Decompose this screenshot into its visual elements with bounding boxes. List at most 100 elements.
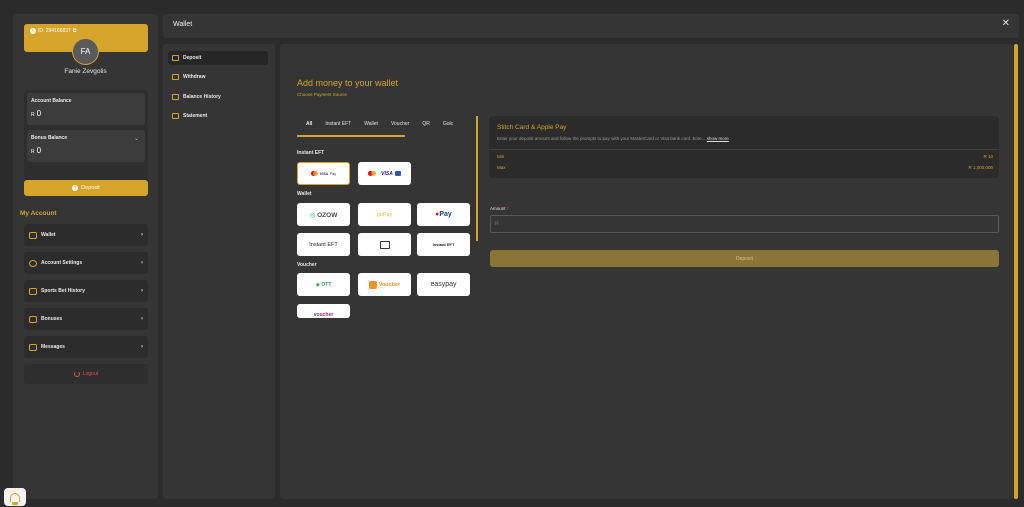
blu-voucher-logo: voucher — [313, 312, 334, 318]
1voucher-logo: Voucher — [378, 281, 401, 288]
tab-all[interactable]: All — [306, 118, 312, 134]
logout-button[interactable]: Logout — [24, 364, 148, 384]
plus-icon: + — [72, 185, 79, 191]
tab-qr[interactable]: QR — [422, 118, 430, 134]
provider-description: Enter your deposit amount and follow the… — [497, 136, 729, 141]
user-id[interactable]: i ID: 294166837 ⧉ — [30, 28, 76, 34]
deposit-content: Add money to your wallet Choose Payment … — [280, 44, 1013, 499]
bonus-balance-label: Bonus Balance — [31, 135, 68, 141]
account-item-sports-bet-history[interactable]: Sports Bet History › — [24, 280, 148, 302]
account-sidebar: i ID: 294166837 ⧉ FA Fanie Zevgolis Acco… — [13, 14, 158, 499]
show-more-link[interactable]: show more — [707, 136, 729, 141]
logout-label: Logout — [82, 371, 99, 377]
deposit-sidebar-label: Deposit — [81, 185, 100, 191]
account-item-wallet[interactable]: Wallet › — [24, 224, 148, 246]
provider-blu-voucher[interactable]: voucher — [297, 304, 350, 318]
divider — [489, 149, 999, 150]
chevron-right-icon: › — [141, 260, 143, 266]
tab-wallet[interactable]: Wallet — [364, 118, 378, 134]
ozow-logo: ◎ OZOW — [309, 211, 338, 219]
bonus-balance-box[interactable]: Bonus Balance ⌄ R0 — [27, 130, 145, 162]
tab-voucher[interactable]: Voucher — [391, 118, 409, 134]
nav-item-statement[interactable]: Statement — [168, 109, 268, 123]
chevron-right-icon: › — [141, 232, 143, 238]
provider-title: Stitch Card & Apple Pay — [497, 124, 567, 131]
nav-item-label: Statement — [183, 113, 208, 119]
account-balance-box: Account Balance R0 — [27, 93, 145, 125]
account-item-label: Account Settings — [41, 260, 83, 266]
provider-gopay[interactable]: goPay — [358, 203, 411, 226]
deposit-icon — [172, 55, 179, 61]
chevron-down-icon[interactable]: ⌄ — [134, 135, 139, 142]
visa-text: VISA — [319, 171, 329, 176]
provider-stitch[interactable]: VISA Pay — [297, 162, 350, 185]
nav-item-label: Balance History — [183, 94, 221, 100]
max-label: Max — [497, 165, 506, 170]
bank-icon — [379, 240, 390, 249]
nav-item-deposit[interactable]: Deposit — [168, 51, 268, 65]
account-item-label: Wallet — [41, 232, 56, 238]
chevron-right-icon: › — [141, 288, 143, 294]
nav-item-withdraw[interactable]: Withdraw — [168, 70, 268, 84]
nav-item-label: Deposit — [183, 55, 202, 61]
avatar: FA — [72, 38, 99, 65]
account-balance-label: Account Balance — [31, 98, 72, 104]
balances-panel: Account Balance R0 Bonus Balance ⌄ R0 — [24, 90, 148, 188]
provider-easypay[interactable]: easypay — [417, 273, 470, 296]
amount-input[interactable] — [490, 215, 999, 233]
payment-tabs: All Instant EFT Wallet Voucher QR Golc — [297, 118, 466, 134]
provider-instant-eft-3[interactable]: Instant EFT — [417, 233, 470, 256]
support-button[interactable] — [4, 488, 26, 506]
provider-visa-mastercard[interactable]: VISA — [358, 162, 411, 185]
scroll-divider[interactable] — [476, 116, 478, 241]
copy-icon[interactable]: ⧉ — [73, 28, 77, 34]
my-account-title: My Account — [20, 210, 57, 217]
account-item-messages[interactable]: Messages › — [24, 336, 148, 358]
account-item-label: Sports Bet History — [41, 288, 85, 294]
deposit-button[interactable]: Deposit — [490, 250, 999, 267]
gopay-logo: goPay — [376, 211, 393, 218]
card-icon — [394, 171, 401, 176]
user-id-label: ID: 294166837 — [38, 28, 71, 34]
wallet-modal-header: Wallet ✕ — [163, 14, 1019, 38]
page-subtitle: Choose Payment Source — [297, 92, 348, 97]
1voucher-icon — [368, 280, 377, 289]
provider-instant-eft-2[interactable] — [358, 233, 411, 256]
headset-icon — [10, 492, 20, 505]
wallet-icon — [29, 231, 37, 239]
provider-ozow[interactable]: ◎ OZOW — [297, 203, 350, 226]
user-name: Fanie Zevgolis — [64, 68, 107, 75]
nav-item-balance-history[interactable]: Balance History — [168, 90, 268, 104]
account-item-bonuses[interactable]: Bonuses › — [24, 308, 148, 330]
provider-details-card: Stitch Card & Apple Pay Enter your depos… — [489, 116, 999, 178]
provider-apay[interactable]: ●Pay — [417, 203, 470, 226]
nav-item-label: Withdraw — [183, 74, 206, 80]
provider-instant-eft-1[interactable]: Instant EFT — [297, 233, 350, 256]
apple-pay-text: Pay — [330, 171, 337, 176]
balance-history-icon — [172, 94, 179, 100]
deposit-sidebar-button[interactable]: + Deposit — [24, 180, 148, 196]
section-wallet: Wallet — [297, 191, 312, 197]
min-value: R 10 — [983, 154, 993, 159]
max-value: R 1,000,000 — [968, 165, 993, 170]
provider-1voucher[interactable]: Voucher — [358, 273, 411, 296]
tab-instant-eft[interactable]: Instant EFT — [325, 118, 351, 134]
instant-eft-logo: Instant EFT — [432, 242, 455, 247]
instant-eft-logo: Instant EFT — [309, 241, 338, 248]
withdraw-icon — [172, 74, 179, 80]
scrollbar[interactable] — [1014, 44, 1018, 499]
section-instant-eft: Instant EFT — [297, 150, 325, 156]
mastercard-icon — [368, 171, 377, 176]
account-item-settings[interactable]: Account Settings › — [24, 252, 148, 274]
message-icon — [29, 343, 37, 351]
wallet-nav: Deposit Withdraw Balance History Stateme… — [163, 44, 275, 499]
close-icon[interactable]: ✕ — [1002, 19, 1010, 29]
account-item-label: Bonuses — [41, 316, 63, 322]
tab-underline — [297, 135, 405, 137]
section-voucher: Voucher — [297, 262, 317, 268]
info-icon: i — [30, 28, 36, 34]
provider-ott-voucher[interactable]: ◉ OTT — [297, 273, 350, 296]
visa-text: VISA — [381, 170, 393, 177]
tab-golc[interactable]: Golc — [443, 118, 453, 134]
ott-logo: ◉ OTT — [315, 281, 332, 288]
